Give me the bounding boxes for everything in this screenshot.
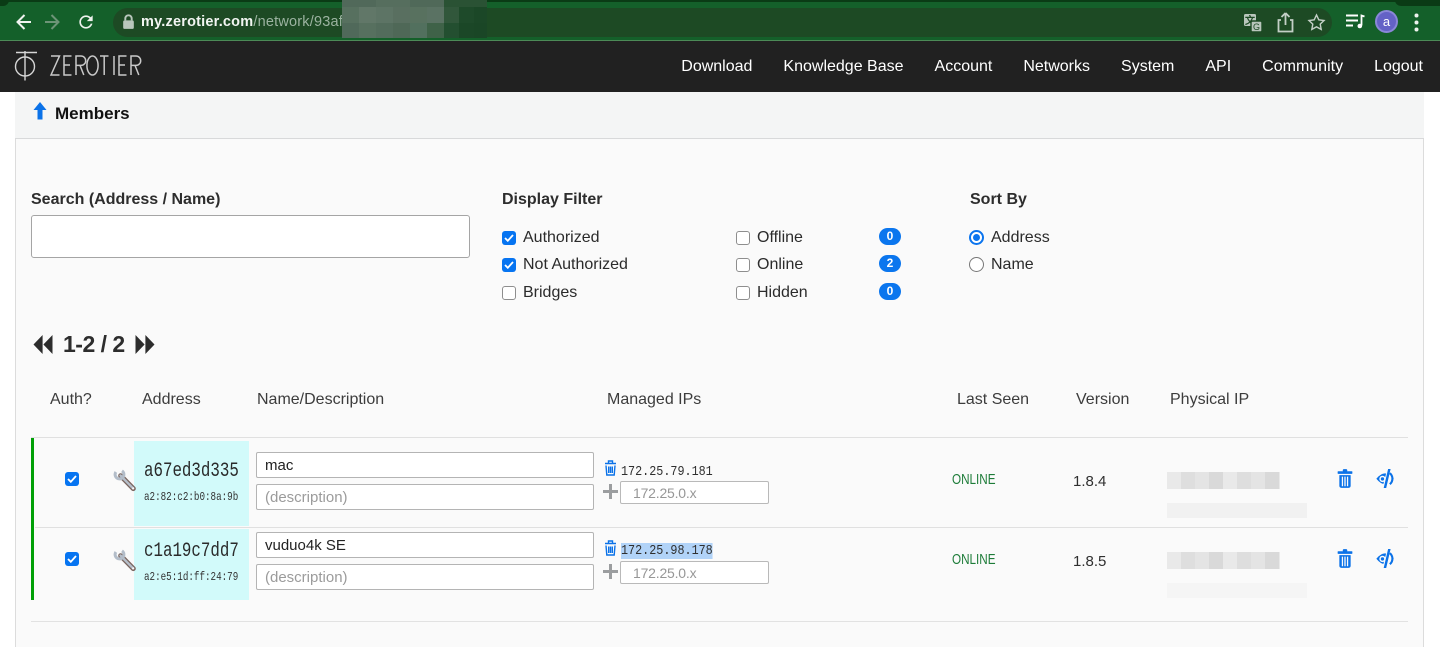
svg-text:G: G (1253, 22, 1260, 32)
